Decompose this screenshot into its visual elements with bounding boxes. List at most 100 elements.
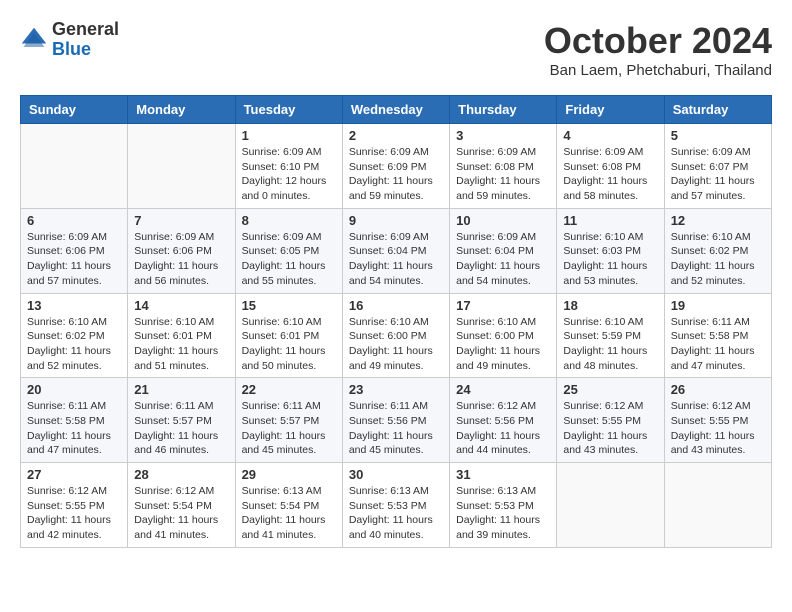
calendar-cell: 30 Sunrise: 6:13 AM Sunset: 5:53 PM Dayli… (342, 463, 449, 548)
calendar-cell: 5 Sunrise: 6:09 AM Sunset: 6:07 PM Daylig… (664, 124, 771, 209)
day-info: Sunrise: 6:12 AM Sunset: 5:56 PM Dayligh… (456, 399, 550, 458)
day-number: 14 (134, 298, 228, 313)
day-number: 5 (671, 128, 765, 143)
day-info: Sunrise: 6:09 AM Sunset: 6:08 PM Dayligh… (563, 145, 657, 204)
logo-blue-text: Blue (52, 40, 119, 60)
weekday-header-friday: Friday (557, 96, 664, 124)
day-info: Sunrise: 6:11 AM Sunset: 5:58 PM Dayligh… (27, 399, 121, 458)
day-number: 25 (563, 382, 657, 397)
logo-icon (20, 26, 48, 54)
calendar-cell: 21 Sunrise: 6:11 AM Sunset: 5:57 PM Dayli… (128, 378, 235, 463)
day-number: 27 (27, 467, 121, 482)
weekday-header-row: SundayMondayTuesdayWednesdayThursdayFrid… (21, 96, 772, 124)
location-subtitle: Ban Laem, Phetchaburi, Thailand (544, 62, 772, 79)
page-header: General Blue October 2024 Ban Laem, Phet… (20, 20, 772, 79)
day-info: Sunrise: 6:10 AM Sunset: 6:01 PM Dayligh… (134, 315, 228, 374)
calendar-cell: 27 Sunrise: 6:12 AM Sunset: 5:55 PM Dayli… (21, 463, 128, 548)
day-number: 4 (563, 128, 657, 143)
calendar-cell: 9 Sunrise: 6:09 AM Sunset: 6:04 PM Daylig… (342, 208, 449, 293)
day-info: Sunrise: 6:11 AM Sunset: 5:58 PM Dayligh… (671, 315, 765, 374)
calendar-cell: 15 Sunrise: 6:10 AM Sunset: 6:01 PM Dayli… (235, 293, 342, 378)
calendar-cell: 28 Sunrise: 6:12 AM Sunset: 5:54 PM Dayli… (128, 463, 235, 548)
day-number: 24 (456, 382, 550, 397)
day-number: 1 (242, 128, 336, 143)
day-info: Sunrise: 6:09 AM Sunset: 6:05 PM Dayligh… (242, 230, 336, 289)
day-number: 18 (563, 298, 657, 313)
calendar-cell: 11Sunrise: 6:10 AM Sunset: 6:03 PM Dayli… (557, 208, 664, 293)
day-number: 21 (134, 382, 228, 397)
calendar-cell: 2Sunrise: 6:09 AM Sunset: 6:09 PM Daylig… (342, 124, 449, 209)
day-info: Sunrise: 6:10 AM Sunset: 5:59 PM Dayligh… (563, 315, 657, 374)
day-info: Sunrise: 6:09 AM Sunset: 6:06 PM Dayligh… (134, 230, 228, 289)
calendar-table: SundayMondayTuesdayWednesdayThursdayFrid… (20, 95, 772, 548)
calendar-cell (128, 124, 235, 209)
weekday-header-monday: Monday (128, 96, 235, 124)
calendar-cell: 22 Sunrise: 6:11 AM Sunset: 5:57 PM Dayli… (235, 378, 342, 463)
calendar-cell: 7Sunrise: 6:09 AM Sunset: 6:06 PM Daylig… (128, 208, 235, 293)
day-number: 22 (242, 382, 336, 397)
day-info: Sunrise: 6:13 AM Sunset: 5:53 PM Dayligh… (456, 484, 550, 543)
day-info: Sunrise: 6:09 AM Sunset: 6:04 PM Dayligh… (349, 230, 443, 289)
day-info: Sunrise: 6:11 AM Sunset: 5:57 PM Dayligh… (242, 399, 336, 458)
weekday-header-tuesday: Tuesday (235, 96, 342, 124)
calendar-cell: 12 Sunrise: 6:10 AM Sunset: 6:02 PM Dayli… (664, 208, 771, 293)
weekday-header-thursday: Thursday (450, 96, 557, 124)
calendar-cell: 24 Sunrise: 6:12 AM Sunset: 5:56 PM Dayli… (450, 378, 557, 463)
calendar-cell: 18 Sunrise: 6:10 AM Sunset: 5:59 PM Dayli… (557, 293, 664, 378)
day-number: 30 (349, 467, 443, 482)
weekday-header-saturday: Saturday (664, 96, 771, 124)
day-number: 8 (242, 213, 336, 228)
title-block: October 2024 Ban Laem, Phetchaburi, Thai… (544, 20, 772, 79)
calendar-cell: 31 Sunrise: 6:13 AM Sunset: 5:53 PM Dayli… (450, 463, 557, 548)
calendar-cell: 16 Sunrise: 6:10 AM Sunset: 6:00 PM Dayli… (342, 293, 449, 378)
calendar-week-row: 13 Sunrise: 6:10 AM Sunset: 6:02 PM Dayli… (21, 293, 772, 378)
day-number: 26 (671, 382, 765, 397)
calendar-week-row: 6Sunrise: 6:09 AM Sunset: 6:06 PM Daylig… (21, 208, 772, 293)
day-number: 12 (671, 213, 765, 228)
calendar-cell: 13 Sunrise: 6:10 AM Sunset: 6:02 PM Dayli… (21, 293, 128, 378)
logo-general-text: General (52, 20, 119, 40)
calendar-cell: 19 Sunrise: 6:11 AM Sunset: 5:58 PM Dayli… (664, 293, 771, 378)
day-number: 9 (349, 213, 443, 228)
calendar-week-row: 1 Sunrise: 6:09 AM Sunset: 6:10 PM Daylig… (21, 124, 772, 209)
day-info: Sunrise: 6:13 AM Sunset: 5:54 PM Dayligh… (242, 484, 336, 543)
day-number: 19 (671, 298, 765, 313)
day-number: 31 (456, 467, 550, 482)
day-info: Sunrise: 6:11 AM Sunset: 5:57 PM Dayligh… (134, 399, 228, 458)
day-number: 10 (456, 213, 550, 228)
day-number: 17 (456, 298, 550, 313)
day-number: 28 (134, 467, 228, 482)
day-info: Sunrise: 6:09 AM Sunset: 6:07 PM Dayligh… (671, 145, 765, 204)
day-info: Sunrise: 6:09 AM Sunset: 6:10 PM Dayligh… (242, 145, 336, 204)
calendar-week-row: 20 Sunrise: 6:11 AM Sunset: 5:58 PM Dayli… (21, 378, 772, 463)
calendar-cell: 26 Sunrise: 6:12 AM Sunset: 5:55 PM Dayli… (664, 378, 771, 463)
day-number: 20 (27, 382, 121, 397)
day-info: Sunrise: 6:09 AM Sunset: 6:08 PM Dayligh… (456, 145, 550, 204)
calendar-cell: 8 Sunrise: 6:09 AM Sunset: 6:05 PM Daylig… (235, 208, 342, 293)
weekday-header-wednesday: Wednesday (342, 96, 449, 124)
calendar-cell: 3 Sunrise: 6:09 AM Sunset: 6:08 PM Daylig… (450, 124, 557, 209)
day-number: 3 (456, 128, 550, 143)
day-info: Sunrise: 6:10 AM Sunset: 6:01 PM Dayligh… (242, 315, 336, 374)
day-info: Sunrise: 6:13 AM Sunset: 5:53 PM Dayligh… (349, 484, 443, 543)
calendar-week-row: 27 Sunrise: 6:12 AM Sunset: 5:55 PM Dayli… (21, 463, 772, 548)
day-number: 13 (27, 298, 121, 313)
calendar-cell: 10Sunrise: 6:09 AM Sunset: 6:04 PM Dayli… (450, 208, 557, 293)
day-info: Sunrise: 6:10 AM Sunset: 6:02 PM Dayligh… (671, 230, 765, 289)
day-number: 15 (242, 298, 336, 313)
day-info: Sunrise: 6:12 AM Sunset: 5:55 PM Dayligh… (671, 399, 765, 458)
logo: General Blue (20, 20, 119, 60)
day-info: Sunrise: 6:12 AM Sunset: 5:55 PM Dayligh… (27, 484, 121, 543)
day-info: Sunrise: 6:10 AM Sunset: 6:02 PM Dayligh… (27, 315, 121, 374)
day-info: Sunrise: 6:12 AM Sunset: 5:54 PM Dayligh… (134, 484, 228, 543)
day-info: Sunrise: 6:09 AM Sunset: 6:06 PM Dayligh… (27, 230, 121, 289)
day-info: Sunrise: 6:10 AM Sunset: 6:00 PM Dayligh… (349, 315, 443, 374)
calendar-cell (557, 463, 664, 548)
calendar-cell: 29 Sunrise: 6:13 AM Sunset: 5:54 PM Dayli… (235, 463, 342, 548)
day-number: 29 (242, 467, 336, 482)
weekday-header-sunday: Sunday (21, 96, 128, 124)
calendar-cell: 4 Sunrise: 6:09 AM Sunset: 6:08 PM Daylig… (557, 124, 664, 209)
day-number: 2 (349, 128, 443, 143)
day-number: 23 (349, 382, 443, 397)
day-number: 16 (349, 298, 443, 313)
